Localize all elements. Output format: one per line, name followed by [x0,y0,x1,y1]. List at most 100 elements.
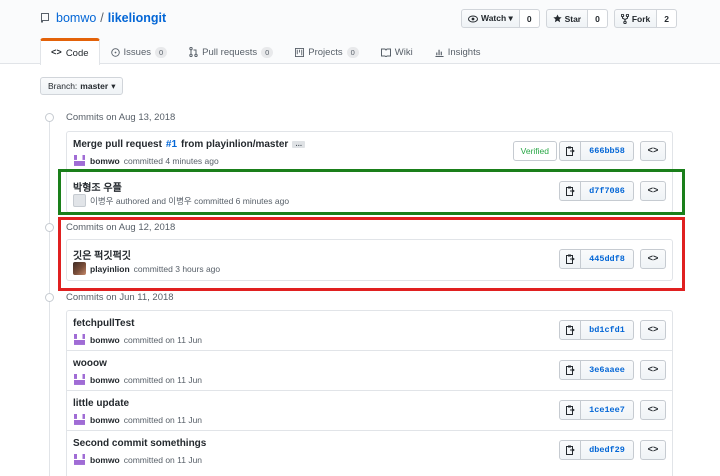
commit-meta: bomwo committed 4 minutes ago [73,154,219,167]
browse-code-button[interactable]: <> [640,360,666,380]
commit-message-prefix: wooow [73,358,107,369]
branch-prefix: Branch: [48,81,78,91]
tab-pull-requests-count: 0 [261,46,274,58]
red-highlight-box [58,217,685,291]
commit-author[interactable]: bomwo [90,375,120,385]
commit-row: wooow bomwo committed on 11 Jun 3e6aaee … [67,351,672,391]
commit-author[interactable]: bomwo [90,455,120,465]
clipboard-icon [565,445,575,455]
watch-count[interactable]: 0 [519,9,540,28]
tab-wiki[interactable]: Wiki [370,38,424,65]
repo-owner-link[interactable]: bomwo [56,11,96,25]
watch-label: Watch ▾ [481,13,513,23]
avatar[interactable] [73,413,86,426]
tab-issues[interactable]: Issues 0 [100,38,179,65]
chevron-down-icon: ▾ [111,80,116,91]
commit-message-prefix: little update [73,398,130,409]
commit-time: committed 4 minutes ago [123,155,219,166]
clipboard-icon [565,405,575,415]
star-icon [552,14,562,23]
avatar[interactable] [73,453,86,466]
fork-icon [620,13,629,24]
commit-time: committed on 11 Jun [123,454,203,465]
commit-pr-link[interactable]: #1 [166,139,177,150]
avatar[interactable] [73,373,86,386]
timeline-dot [45,113,54,122]
commit-group-title: Commits on Jun 11, 2018 [66,292,174,303]
commit-message[interactable]: fetchpullTest [73,318,134,329]
commit-sha-group: bd1cfd1 [559,320,634,340]
timeline-dot [45,223,54,232]
commit-sha-group: 666bb58 [559,141,634,161]
copy-sha-button[interactable] [559,400,581,420]
commit-row: Second commit somethings bomwo committed… [67,431,672,471]
fork-button[interactable]: Fork [613,9,658,28]
tab-pull-requests[interactable]: Pull requests 0 [178,38,284,65]
tab-issues-label: Issues [123,46,151,58]
avatar[interactable] [73,154,86,167]
timeline-dot [45,293,54,302]
commit-message[interactable]: little update [73,398,129,409]
tab-code[interactable]: <> Code [40,38,100,65]
copy-sha-button[interactable] [559,360,581,380]
commit-sha-link[interactable]: 666bb58 [581,141,634,161]
tab-issues-count: 0 [155,46,168,58]
commit-meta: bomwo committed on 11 Jun [73,373,202,386]
copy-sha-button[interactable] [559,440,581,460]
tab-projects-label: Projects [308,46,343,58]
browse-code-button[interactable]: <> [640,320,666,340]
commit-sha-link[interactable]: dbedf29 [581,440,634,460]
commit-author[interactable]: bomwo [90,335,120,345]
commit-row: little update bomwo committed on 11 Jun … [67,391,672,431]
tab-projects[interactable]: Projects 0 [284,38,370,65]
clipboard-icon [565,365,575,375]
star-button[interactable]: Star [545,9,589,28]
fork-count[interactable]: 2 [657,9,677,28]
branch-selector[interactable]: Branch: master ▾ [40,77,124,95]
graph-icon [435,49,444,57]
commit-message-prefix: fetchpullTest [73,318,135,329]
commit-author[interactable]: bomwo [90,415,120,425]
star-label: Star [564,13,582,24]
repo-icon [41,13,49,23]
commit-message[interactable]: Second commit somethings [73,438,206,449]
repo-header: bomwo / likeliongit Watch ▾ 0 Star 0 For… [0,0,720,65]
star-count[interactable]: 0 [588,9,608,28]
commit-sha-link[interactable]: bd1cfd1 [581,320,634,340]
branch-name: master [80,81,109,91]
commit-sha-link[interactable]: 3e6aaee [581,360,634,380]
browse-code-button[interactable]: <> [640,440,666,460]
commit-list: fetchpullTest bomwo committed on 11 Jun … [66,310,673,476]
avatar[interactable] [73,333,86,346]
commit-sha-link[interactable]: 1ce1ee7 [581,400,634,420]
repo-name-link[interactable]: likeliongit [108,11,166,25]
copy-sha-button[interactable] [559,141,581,161]
commit-message-prefix: Second commit somethings [73,438,207,449]
verified-badge[interactable]: Verified [512,141,557,161]
repo-separator: / [100,11,104,25]
copy-sha-button[interactable] [559,320,581,340]
book-icon [380,48,391,57]
star-action: Star 0 [545,9,608,28]
commit-sha-group: 3e6aaee [559,360,634,380]
watch-button[interactable]: Watch ▾ [461,9,520,28]
project-icon [295,47,305,57]
repo-tabs: <> Code Issues 0 Pull requests 0 Project… [40,38,491,65]
commit-message[interactable]: Merge pull request #1 from playinlion/ma… [73,139,306,150]
commit-author[interactable]: bomwo [90,156,120,166]
commit-message-prefix: Merge pull request [73,139,162,150]
browse-code-button[interactable]: <> [640,400,666,420]
commit-message-suffix: from playinlion/master [181,139,289,150]
tab-pull-requests-label: Pull requests [202,46,258,58]
commit-group-title: Commits on Aug 13, 2018 [66,112,176,123]
tab-wiki-label: Wiki [394,46,413,58]
tab-projects-count: 0 [346,46,359,58]
eye-icon [468,15,478,22]
issue-icon [110,47,120,57]
commit-message[interactable]: wooow [73,358,107,369]
commit-row: Merge pull request #1 from playinlion/ma… [67,132,672,172]
browse-code-button[interactable]: <> [640,141,666,161]
tab-insights[interactable]: Insights [424,38,492,65]
commit-meta: bomwo committed on 11 Jun [73,413,202,426]
expand-message-button[interactable]: … [292,141,306,148]
